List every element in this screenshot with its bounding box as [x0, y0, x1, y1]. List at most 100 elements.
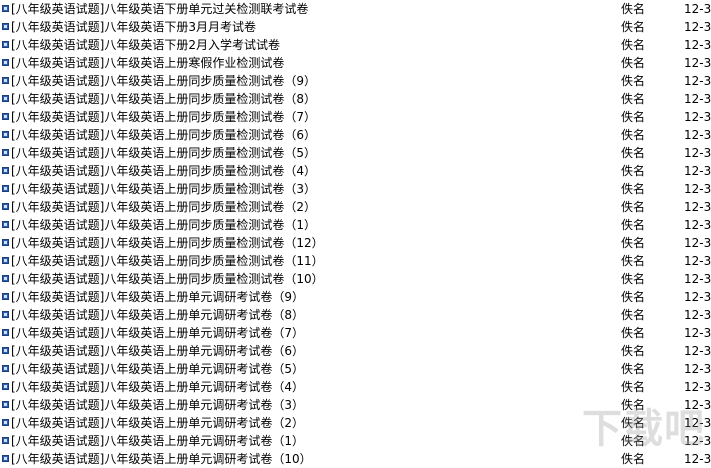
article-title-link[interactable]: [八年级英语试题]八年级英语上册同步质量检测试卷（6） — [11, 126, 316, 144]
article-date: 12-30 — [684, 200, 711, 214]
document-icon — [2, 455, 9, 462]
article-author: 佚名 — [621, 290, 646, 304]
list-item: [八年级英语试题]八年级英语上册单元调研考试卷（6） 佚名 12-30 — [0, 342, 711, 360]
article-author: 佚名 — [621, 92, 646, 106]
article-title-link[interactable]: [八年级英语试题]八年级英语上册单元调研考试卷（7） — [11, 324, 304, 342]
article-author: 佚名 — [621, 218, 646, 232]
article-date: 12-30 — [684, 398, 711, 412]
list-item: [八年级英语试题]八年级英语上册单元调研考试卷（2） 佚名 12-30 — [0, 414, 711, 432]
article-title-link[interactable]: [八年级英语试题]八年级英语上册同步质量检测试卷（12） — [11, 234, 324, 252]
article-title-link[interactable]: [八年级英语试题]八年级英语上册同步质量检测试卷（8） — [11, 90, 316, 108]
article-author: 佚名 — [621, 308, 646, 322]
document-icon — [2, 167, 9, 174]
list-item: [八年级英语试题]八年级英语上册单元调研考试卷（3） 佚名 12-30 — [0, 396, 711, 414]
article-title-link[interactable]: [八年级英语试题]八年级英语上册同步质量检测试卷（11） — [11, 252, 324, 270]
document-icon — [2, 203, 9, 210]
document-icon — [2, 221, 9, 228]
article-date: 12-30 — [684, 308, 711, 322]
article-author: 佚名 — [621, 164, 646, 178]
document-icon — [2, 5, 9, 12]
article-date: 12-30 — [684, 290, 711, 304]
document-icon — [2, 311, 9, 318]
article-title-link[interactable]: [八年级英语试题]八年级英语下册3月月考试卷 — [11, 18, 256, 36]
article-date: 12-30 — [684, 38, 711, 52]
list-item: [八年级英语试题]八年级英语下册3月月考试卷 佚名 12-30 — [0, 18, 711, 36]
article-date: 12-30 — [684, 56, 711, 70]
article-title-link[interactable]: [八年级英语试题]八年级英语上册单元调研考试卷（5） — [11, 360, 304, 378]
document-icon — [2, 149, 9, 156]
document-icon — [2, 383, 9, 390]
article-title-link[interactable]: [八年级英语试题]八年级英语上册同步质量检测试卷（9） — [11, 72, 316, 90]
list-item: [八年级英语试题]八年级英语上册同步质量检测试卷（2） 佚名 12-30 — [0, 198, 711, 216]
article-title-link[interactable]: [八年级英语试题]八年级英语上册单元调研考试卷（6） — [11, 342, 304, 360]
article-author: 佚名 — [621, 434, 646, 448]
article-author: 佚名 — [621, 344, 646, 358]
list-item: [八年级英语试题]八年级英语上册单元调研考试卷（8） 佚名 12-30 — [0, 306, 711, 324]
article-title-link[interactable]: [八年级英语试题]八年级英语上册单元调研考试卷（10） — [11, 450, 312, 468]
article-author: 佚名 — [621, 74, 646, 88]
list-item: [八年级英语试题]八年级英语上册单元调研考试卷（9） 佚名 12-30 — [0, 288, 711, 306]
list-item: [八年级英语试题]八年级英语上册寒假作业检测试卷 佚名 12-30 — [0, 54, 711, 72]
article-date: 12-30 — [684, 110, 711, 124]
article-title-link[interactable]: [八年级英语试题]八年级英语上册同步质量检测试卷（1） — [11, 216, 316, 234]
article-date: 12-30 — [684, 380, 711, 394]
article-author: 佚名 — [621, 110, 646, 124]
list-item: [八年级英语试题]八年级英语上册同步质量检测试卷（3） 佚名 12-30 — [0, 180, 711, 198]
article-title-link[interactable]: [八年级英语试题]八年级英语上册单元调研考试卷（4） — [11, 378, 304, 396]
document-icon — [2, 365, 9, 372]
document-icon — [2, 239, 9, 246]
article-date: 12-30 — [684, 344, 711, 358]
article-author: 佚名 — [621, 146, 646, 160]
document-icon — [2, 113, 9, 120]
article-date: 12-30 — [684, 218, 711, 232]
article-title-link[interactable]: [八年级英语试题]八年级英语下册单元过关检测联考试卷 — [11, 0, 308, 18]
document-icon — [2, 41, 9, 48]
article-author: 佚名 — [621, 38, 646, 52]
article-title-link[interactable]: [八年级英语试题]八年级英语上册同步质量检测试卷（5） — [11, 144, 316, 162]
article-author: 佚名 — [621, 272, 646, 286]
list-item: [八年级英语试题]八年级英语上册同步质量检测试卷（1） 佚名 12-30 — [0, 216, 711, 234]
document-icon — [2, 185, 9, 192]
list-item: [八年级英语试题]八年级英语上册同步质量检测试卷（12） 佚名 12-30 — [0, 234, 711, 252]
list-item: [八年级英语试题]八年级英语上册同步质量检测试卷（11） 佚名 12-30 — [0, 252, 711, 270]
article-author: 佚名 — [621, 380, 646, 394]
article-title-link[interactable]: [八年级英语试题]八年级英语上册同步质量检测试卷（3） — [11, 180, 316, 198]
list-item: [八年级英语试题]八年级英语上册同步质量检测试卷（10） 佚名 12-30 — [0, 270, 711, 288]
article-date: 12-30 — [684, 74, 711, 88]
article-title-link[interactable]: [八年级英语试题]八年级英语上册同步质量检测试卷（10） — [11, 270, 324, 288]
list-item: [八年级英语试题]八年级英语上册单元调研考试卷（1） 佚名 12-30 — [0, 432, 711, 450]
article-title-link[interactable]: [八年级英语试题]八年级英语上册寒假作业检测试卷 — [11, 54, 284, 72]
article-title-link[interactable]: [八年级英语试题]八年级英语上册同步质量检测试卷（4） — [11, 162, 316, 180]
article-title-link[interactable]: [八年级英语试题]八年级英语下册2月入学考试试卷 — [11, 36, 280, 54]
article-title-link[interactable]: [八年级英语试题]八年级英语上册单元调研考试卷（2） — [11, 414, 304, 432]
document-icon — [2, 23, 9, 30]
document-icon — [2, 77, 9, 84]
list-item: [八年级英语试题]八年级英语上册同步质量检测试卷（6） 佚名 12-30 — [0, 126, 711, 144]
article-author: 佚名 — [621, 56, 646, 70]
article-title-link[interactable]: [八年级英语试题]八年级英语上册单元调研考试卷（3） — [11, 396, 304, 414]
article-date: 12-30 — [684, 20, 711, 34]
article-title-link[interactable]: [八年级英语试题]八年级英语上册单元调研考试卷（9） — [11, 288, 304, 306]
article-date: 12-30 — [684, 182, 711, 196]
document-icon — [2, 329, 9, 336]
list-item: [八年级英语试题]八年级英语上册单元调研考试卷（4） 佚名 12-30 — [0, 378, 711, 396]
list-item: [八年级英语试题]八年级英语上册同步质量检测试卷（9） 佚名 12-30 — [0, 72, 711, 90]
article-author: 佚名 — [621, 128, 646, 142]
article-title-link[interactable]: [八年级英语试题]八年级英语上册单元调研考试卷（1） — [11, 432, 304, 450]
article-author: 佚名 — [621, 200, 646, 214]
list-item: [八年级英语试题]八年级英语上册同步质量检测试卷（4） 佚名 12-30 — [0, 162, 711, 180]
document-icon — [2, 131, 9, 138]
article-author: 佚名 — [621, 254, 646, 268]
article-title-link[interactable]: [八年级英语试题]八年级英语上册同步质量检测试卷（7） — [11, 108, 316, 126]
article-author: 佚名 — [621, 182, 646, 196]
article-date: 12-30 — [684, 254, 711, 268]
article-list: [八年级英语试题]八年级英语下册单元过关检测联考试卷 佚名 12-30 [八年级… — [0, 0, 711, 468]
list-item: [八年级英语试题]八年级英语上册单元调研考试卷（5） 佚名 12-30 — [0, 360, 711, 378]
article-author: 佚名 — [621, 362, 646, 376]
article-date: 12-30 — [684, 164, 711, 178]
article-title-link[interactable]: [八年级英语试题]八年级英语上册同步质量检测试卷（2） — [11, 198, 316, 216]
article-author: 佚名 — [621, 2, 646, 16]
article-date: 12-30 — [684, 92, 711, 106]
article-title-link[interactable]: [八年级英语试题]八年级英语上册单元调研考试卷（8） — [11, 306, 304, 324]
document-icon — [2, 347, 9, 354]
